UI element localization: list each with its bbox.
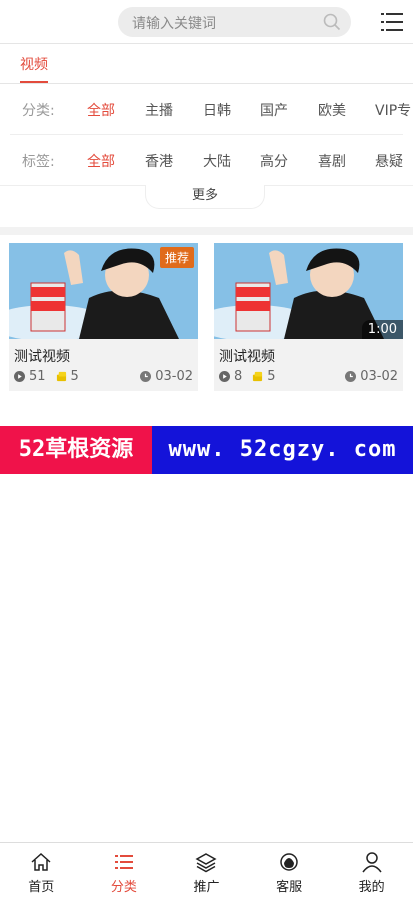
video-duration: 1:00 bbox=[361, 320, 403, 339]
category-option-western[interactable]: 欧美 bbox=[318, 100, 346, 120]
search-box[interactable]: 请输入关键词 bbox=[118, 7, 351, 37]
tab-bar: 视频 bbox=[0, 44, 413, 84]
category-label: 分类: bbox=[22, 103, 55, 119]
tag-option-mainland[interactable]: 大陆 bbox=[203, 151, 231, 171]
top-bar: 请输入关键词 bbox=[0, 0, 413, 44]
category-list-icon bbox=[114, 855, 133, 869]
video-thumbnail[interactable]: 1:00 bbox=[214, 243, 403, 339]
nav-category[interactable]: 分类 bbox=[83, 843, 166, 900]
headset-icon bbox=[280, 853, 298, 871]
category-option-domestic[interactable]: 国产 bbox=[260, 100, 288, 120]
play-count-icon bbox=[219, 371, 230, 382]
tag-option-hongkong[interactable]: 香港 bbox=[145, 151, 173, 171]
video-card[interactable]: 推荐 测试视频 51 5 03-02 bbox=[9, 243, 198, 391]
coin-count: 5 bbox=[267, 369, 276, 384]
search-input[interactable]: 请输入关键词 bbox=[132, 13, 216, 33]
video-meta: 8 5 03-02 bbox=[219, 369, 398, 384]
video-title[interactable]: 测试视频 bbox=[14, 346, 70, 366]
clock-icon bbox=[345, 371, 357, 382]
nav-service[interactable]: 客服 bbox=[248, 843, 331, 900]
tag-filter: 标签: 全部 香港 大陆 高分 喜剧 悬疑 bbox=[0, 135, 413, 185]
home-icon bbox=[31, 852, 51, 871]
banner-url: www. 52cgzy. com bbox=[152, 426, 413, 474]
nav-promote-label: 推广 bbox=[193, 880, 220, 895]
nav-home[interactable]: 首页 bbox=[0, 843, 83, 900]
video-thumbnail[interactable]: 推荐 bbox=[9, 243, 198, 339]
tab-active-indicator bbox=[20, 81, 48, 83]
recommend-badge: 推荐 bbox=[159, 247, 194, 268]
video-card[interactable]: 1:00 测试视频 8 5 03-02 bbox=[214, 243, 403, 391]
layers-icon bbox=[195, 853, 218, 873]
coin-icon bbox=[56, 371, 66, 382]
nav-service-label: 客服 bbox=[276, 880, 303, 895]
play-count: 8 bbox=[234, 369, 243, 384]
search-icon[interactable] bbox=[323, 13, 341, 31]
tag-option-comedy[interactable]: 喜剧 bbox=[318, 151, 346, 171]
nav-promote[interactable]: 推广 bbox=[165, 843, 248, 900]
clock-icon bbox=[140, 371, 152, 382]
menu-icon[interactable] bbox=[381, 12, 403, 32]
tag-label: 标签: bbox=[22, 154, 55, 170]
play-count: 51 bbox=[29, 369, 46, 384]
tag-option-suspense[interactable]: 悬疑 bbox=[375, 151, 403, 171]
banner-brand: 52草根资源 bbox=[0, 426, 152, 474]
category-option-jk[interactable]: 日韩 bbox=[203, 100, 231, 120]
more-row: 更多 bbox=[0, 185, 413, 209]
bottom-nav: 首页 分类 推广 客服 我的 bbox=[0, 842, 413, 900]
video-date: 03-02 bbox=[360, 369, 398, 384]
more-button[interactable]: 更多 bbox=[145, 185, 265, 209]
category-option-all[interactable]: 全部 bbox=[87, 100, 115, 120]
nav-mine[interactable]: 我的 bbox=[330, 843, 413, 900]
video-title[interactable]: 测试视频 bbox=[219, 346, 275, 366]
coin-icon bbox=[253, 371, 263, 382]
tag-option-all[interactable]: 全部 bbox=[87, 151, 115, 171]
tab-video[interactable]: 视频 bbox=[20, 54, 48, 74]
nav-category-label: 分类 bbox=[110, 880, 137, 895]
coin-count: 5 bbox=[70, 369, 79, 384]
category-option-anchor[interactable]: 主播 bbox=[145, 100, 173, 120]
video-list: 推荐 测试视频 51 5 03-02 1:00 测试视频 8 5 03-02 bbox=[0, 235, 413, 407]
ad-banner[interactable]: 52草根资源 www. 52cgzy. com bbox=[0, 426, 413, 474]
nav-mine-label: 我的 bbox=[358, 880, 385, 895]
video-date: 03-02 bbox=[155, 369, 193, 384]
nav-home-label: 首页 bbox=[28, 880, 55, 895]
category-option-vip[interactable]: VIP专 bbox=[375, 100, 411, 120]
video-meta: 51 5 03-02 bbox=[14, 369, 193, 384]
tag-option-highscore[interactable]: 高分 bbox=[260, 151, 288, 171]
section-gap bbox=[0, 227, 413, 235]
category-filter: 分类: 全部 主播 日韩 国产 欧美 VIP专 bbox=[0, 84, 413, 134]
play-count-icon bbox=[14, 371, 25, 382]
user-icon bbox=[362, 852, 382, 873]
